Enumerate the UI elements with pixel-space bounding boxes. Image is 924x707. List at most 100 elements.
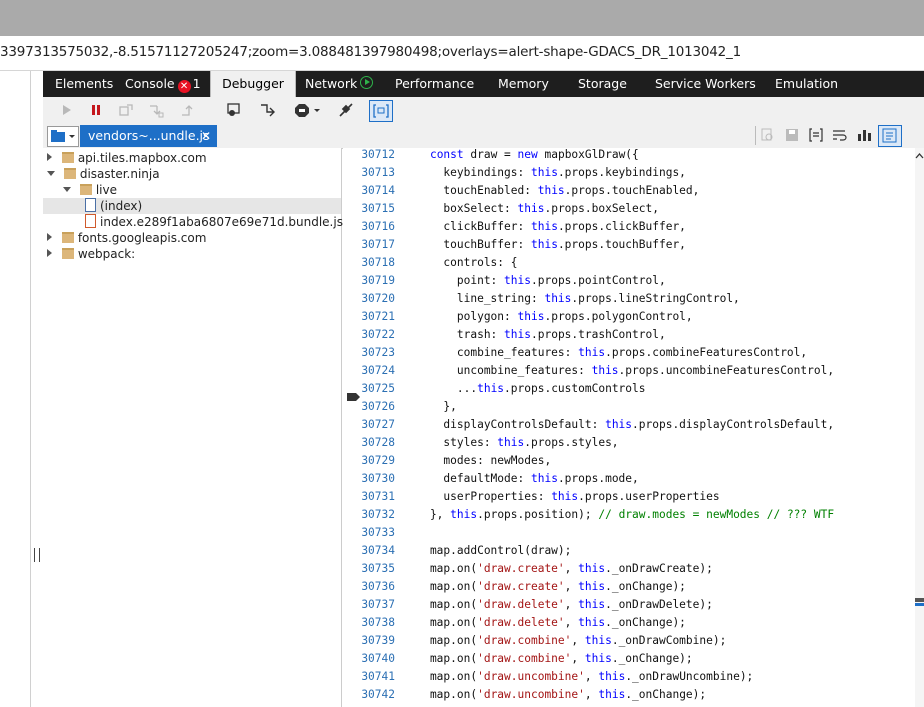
line-number[interactable]: 30738	[343, 616, 395, 629]
step-into-icon[interactable]	[145, 100, 167, 120]
code-line[interactable]: modes: newModes,	[403, 454, 551, 467]
line-number[interactable]: 30736	[343, 580, 395, 593]
scroll-thumb[interactable]	[915, 603, 924, 606]
code-line[interactable]: ...this.props.customControls	[403, 382, 646, 395]
exception-behavior-icon[interactable]	[257, 100, 279, 120]
line-number[interactable]: 30726	[343, 400, 395, 413]
tab-console[interactable]: Console ✕ 1	[125, 71, 201, 97]
line-number[interactable]: 30719	[343, 274, 395, 287]
chevron-right-icon[interactable]	[47, 233, 52, 241]
line-number[interactable]: 30735	[343, 562, 395, 575]
line-number[interactable]: 30731	[343, 490, 395, 503]
code-line[interactable]: line_string: this.props.lineStringContro…	[403, 292, 740, 305]
tab-emulation[interactable]: Emulation	[775, 71, 838, 97]
line-number[interactable]: 30734	[343, 544, 395, 557]
pause-icon[interactable]	[85, 100, 107, 120]
toggle-sidebar-icon[interactable]	[878, 125, 902, 147]
chevron-right-icon[interactable]	[47, 249, 52, 257]
code-line[interactable]: keybindings: this.props.keybindings,	[403, 166, 686, 179]
code-line[interactable]: controls: {	[403, 256, 517, 269]
code-editor[interactable]: 30712 const draw = new mapboxGlDraw({ 307…	[343, 148, 924, 707]
tab-network[interactable]: Network	[305, 71, 374, 97]
code-line[interactable]: map.on('draw.combine', this._onDrawCombi…	[403, 634, 726, 647]
code-line[interactable]: clickBuffer: this.props.clickBuffer,	[403, 220, 686, 233]
code-line[interactable]: defaultMode: this.props.mode,	[403, 472, 638, 485]
devtools-resize-handle[interactable]	[34, 548, 40, 562]
close-icon[interactable]: ✕	[201, 125, 211, 147]
chevron-right-icon[interactable]	[47, 153, 52, 161]
exception-dropdown-icon[interactable]	[293, 100, 325, 120]
code-line[interactable]: polygon: this.props.polygonControl,	[403, 310, 693, 323]
line-number[interactable]: 30723	[343, 346, 395, 359]
code-line[interactable]: uncombine_features: this.props.uncombine…	[403, 364, 834, 377]
code-line[interactable]: map.addControl(draw);	[403, 544, 571, 557]
scroll-up-icon[interactable]	[915, 152, 924, 163]
file-tab-vendors-bundle[interactable]: vendors~...undle.js ✕	[80, 125, 217, 147]
step-out-icon[interactable]	[177, 100, 199, 120]
line-number[interactable]: 30716	[343, 220, 395, 233]
save-icon[interactable]	[781, 125, 803, 145]
line-number[interactable]: 30718	[343, 256, 395, 269]
tree-item-live[interactable]: live	[63, 182, 117, 198]
line-number[interactable]: 30728	[343, 436, 395, 449]
code-line[interactable]: boxSelect: this.props.boxSelect,	[403, 202, 659, 215]
word-wrap-icon[interactable]	[829, 125, 851, 145]
tab-debugger[interactable]: Debugger	[210, 71, 296, 97]
pretty-print-icon[interactable]	[369, 100, 393, 122]
line-number[interactable]: 30720	[343, 292, 395, 305]
line-number[interactable]: 30732	[343, 508, 395, 521]
code-line[interactable]: userProperties: this.props.userPropertie…	[403, 490, 719, 503]
url-text[interactable]: 3397313575032,-8.51571127205247;zoom=3.0…	[0, 44, 741, 60]
tree-item-webpack[interactable]: webpack:	[47, 246, 135, 262]
line-number[interactable]: 30715	[343, 202, 395, 215]
line-number[interactable]: 30724	[343, 364, 395, 377]
find-icon[interactable]	[757, 125, 779, 145]
code-line[interactable]: displayControlsDefault: this.props.displ…	[403, 418, 834, 431]
editor-scrollbar[interactable]	[915, 148, 924, 707]
code-line[interactable]: map.on('draw.create', this._onChange);	[403, 580, 686, 593]
code-line[interactable]: map.on('draw.delete', this._onDrawDelete…	[403, 598, 713, 611]
line-number[interactable]: 30737	[343, 598, 395, 611]
line-number[interactable]: 30714	[343, 184, 395, 197]
tree-item-disaster-ninja[interactable]: disaster.ninja	[47, 166, 160, 182]
code-line[interactable]: map.on('draw.delete', this._onChange);	[403, 616, 686, 629]
line-number[interactable]: 30713	[343, 166, 395, 179]
profiler-chart-icon[interactable]	[853, 125, 875, 145]
code-line[interactable]: touchEnabled: this.props.touchEnabled,	[403, 184, 699, 197]
line-number[interactable]: 30712	[343, 148, 395, 161]
line-number[interactable]: 30733	[343, 526, 395, 539]
line-number[interactable]: 30742	[343, 688, 395, 701]
code-line[interactable]: trash: this.props.trashControl,	[403, 328, 666, 341]
line-number[interactable]: 30727	[343, 418, 395, 431]
disable-breakpoints-icon[interactable]	[335, 100, 357, 120]
line-number[interactable]: 30721	[343, 310, 395, 323]
tab-elements[interactable]: Elements	[55, 71, 113, 97]
code-line[interactable]: map.on('draw.uncombine', this._onChange)…	[403, 688, 706, 701]
tree-item-api-tiles-mapbox[interactable]: api.tiles.mapbox.com	[47, 150, 207, 166]
line-number[interactable]: 30740	[343, 652, 395, 665]
tree-item-index[interactable]: (index)	[43, 198, 341, 214]
address-bar[interactable]: 3397313575032,-8.51571127205247;zoom=3.0…	[0, 36, 924, 71]
code-line[interactable]: map.on('draw.uncombine', this._onDrawUnc…	[403, 670, 753, 683]
tab-memory[interactable]: Memory	[498, 71, 549, 97]
code-line[interactable]: map.on('draw.create', this._onDrawCreate…	[403, 562, 713, 575]
chevron-down-icon[interactable]	[63, 187, 71, 192]
play-icon[interactable]	[55, 100, 77, 120]
file-picker-dropdown[interactable]	[47, 126, 79, 147]
code-line[interactable]: }, this.props.position); // draw.modes =…	[403, 508, 834, 521]
code-line[interactable]: point: this.props.pointControl,	[403, 274, 666, 287]
code-line[interactable]: const draw = new mapboxGlDraw({	[403, 148, 639, 161]
code-line[interactable]: styles: this.props.styles,	[403, 436, 618, 449]
tree-item-index-bundle[interactable]: index.e289f1aba6807e69e71d.bundle.js	[43, 214, 343, 230]
tab-performance[interactable]: Performance	[395, 71, 474, 97]
chevron-down-icon[interactable]	[47, 171, 55, 176]
line-number[interactable]: 30717	[343, 238, 395, 251]
line-number[interactable]: 30729	[343, 454, 395, 467]
code-line[interactable]: combine_features: this.props.combineFeat…	[403, 346, 807, 359]
code-line[interactable]: },	[403, 400, 456, 413]
code-line[interactable]: map.on('draw.combine', this._onChange);	[403, 652, 693, 665]
code-line[interactable]: touchBuffer: this.props.touchBuffer,	[403, 238, 686, 251]
line-number[interactable]: 30739	[343, 634, 395, 647]
tab-storage[interactable]: Storage	[578, 71, 627, 97]
pretty-print-source-icon[interactable]	[805, 125, 827, 145]
